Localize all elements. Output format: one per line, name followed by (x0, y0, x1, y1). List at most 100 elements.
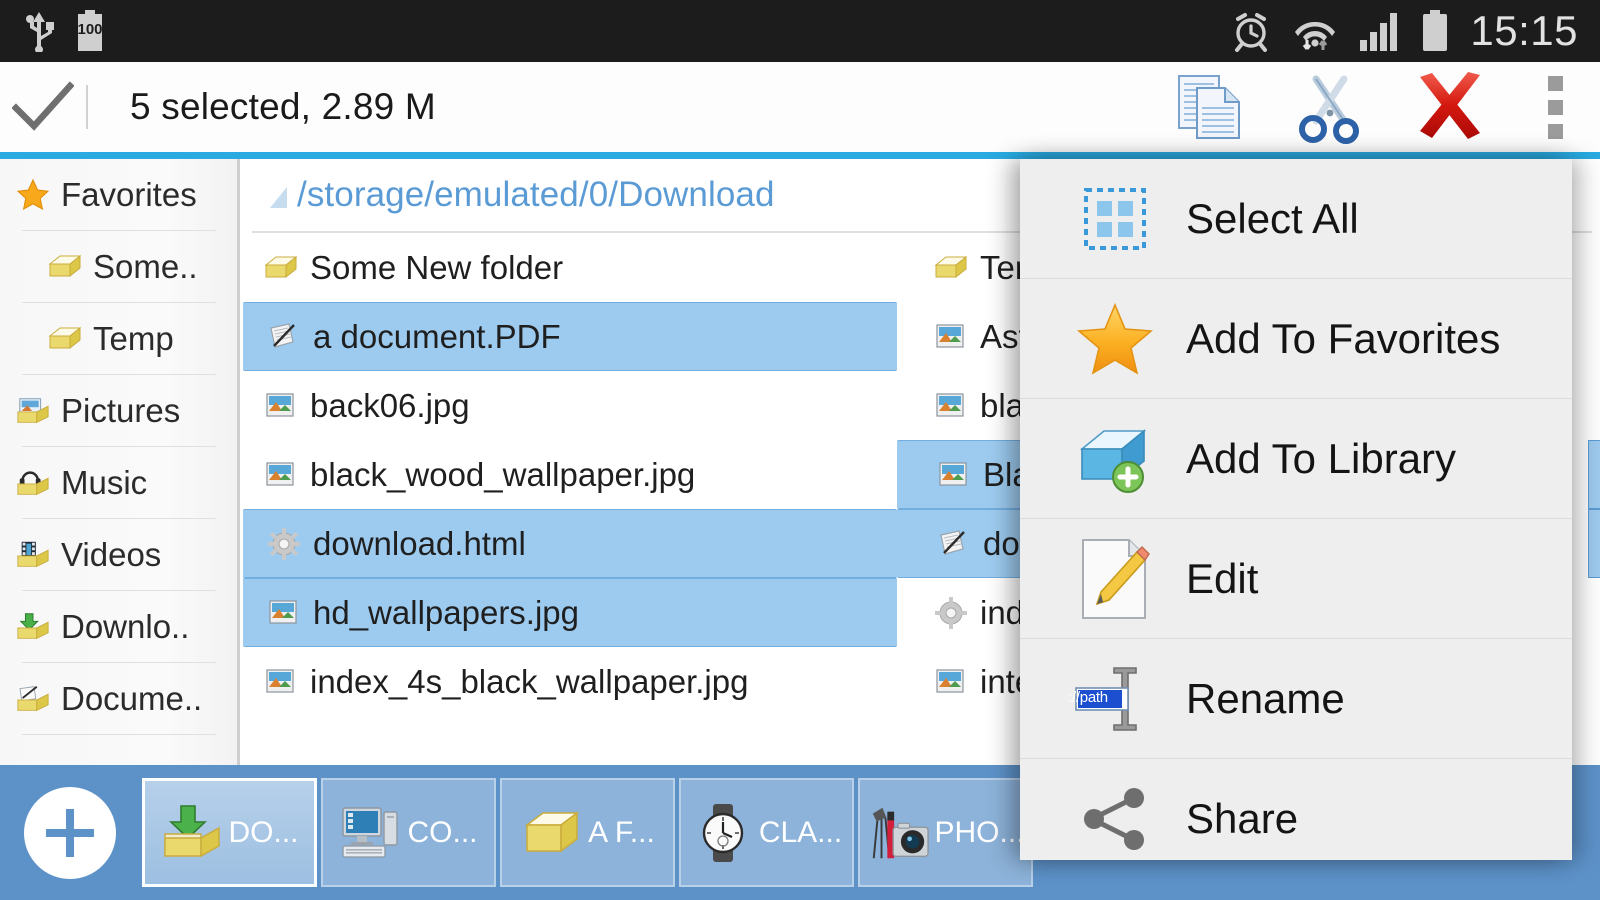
sidebar-item-label: Pictures (61, 391, 181, 429)
menu-item-share[interactable]: Share (1020, 759, 1572, 860)
image-icon (264, 665, 298, 699)
sidebar-item-documents[interactable]: Docume.. (0, 663, 238, 734)
downloads-folder-icon (16, 610, 50, 644)
sidebar-item-label: Videos (61, 535, 162, 573)
sidebar-item-label: Some.. (93, 247, 198, 285)
file-row-edge[interactable] (1588, 440, 1600, 509)
alarm-icon (1230, 10, 1272, 52)
file-name: Some New folder (310, 248, 564, 286)
sdcard-triangle-icon (270, 186, 287, 208)
gear-icon (267, 527, 301, 561)
menu-item-select-all[interactable]: Select All (1020, 159, 1572, 278)
image-icon (264, 389, 298, 423)
image-icon (934, 389, 968, 423)
sidebar-item-label: Music (61, 463, 148, 501)
menu-item-edit[interactable]: Edit (1020, 519, 1572, 638)
share-icon (1062, 784, 1168, 854)
folder-icon (934, 251, 968, 285)
status-bar-clock: 15:15 (1470, 7, 1578, 54)
file-row-edge[interactable] (1588, 509, 1600, 578)
tab-computer[interactable]: CO... (321, 778, 496, 887)
sidebar-item-temp[interactable]: Temp (0, 303, 238, 374)
file-name: download.html (313, 524, 526, 562)
tab-clock[interactable]: CLA... (679, 778, 854, 887)
menu-item-add-to-library[interactable]: Add To Library (1020, 399, 1572, 518)
delete-button[interactable] (1390, 62, 1510, 152)
file-column-1: Some New folder a document.PDF back06.jp… (240, 233, 900, 765)
tab-downloads[interactable]: DO... (142, 778, 317, 887)
sidebar-item-label: Docume.. (61, 679, 203, 717)
action-bar: 5 selected, 2.89 M (0, 62, 1600, 152)
file-row[interactable]: back06.jpg (240, 371, 900, 440)
tab-label: A F... (588, 815, 655, 849)
battery-level-text: 100 (77, 21, 103, 38)
menu-item-label: Select All (1186, 194, 1359, 242)
tab-label: CLA... (758, 815, 843, 849)
sidebar-item-label: Downlo.. (61, 607, 190, 645)
sidebar-item-favorites[interactable]: Favorites (0, 159, 238, 230)
done-button[interactable] (0, 80, 86, 134)
file-row-edge[interactable] (1588, 302, 1600, 371)
tab-label: PHO... (934, 815, 1025, 849)
file-name: hd_wallpapers.jpg (313, 593, 580, 631)
sidebar-item-some[interactable]: Some.. (0, 231, 238, 302)
action-bar-divider (86, 85, 88, 129)
usb-icon (24, 10, 54, 52)
status-bar-left-icons: 100 (0, 10, 104, 52)
file-row-edge[interactable] (1588, 233, 1600, 302)
menu-item-label: Add To Library (1186, 434, 1457, 482)
image-icon (267, 596, 301, 630)
rename-icon: ://path (1062, 662, 1168, 736)
document-icon (937, 527, 971, 561)
battery-icon (1420, 10, 1450, 52)
three-dots-icon-dot (1547, 75, 1563, 91)
menu-item-add-to-favorites[interactable]: Add To Favorites (1020, 279, 1572, 398)
sidebar-item-downloads[interactable]: Downlo.. (0, 591, 238, 662)
selection-summary: 5 selected, 2.89 M (130, 86, 436, 127)
documents-folder-icon (16, 682, 50, 716)
tab-a-folder[interactable]: A F... (500, 778, 675, 887)
tab-photos[interactable]: PHO... (858, 778, 1033, 887)
tab-label: DO... (228, 815, 299, 849)
sidebar-item-label: Favorites (61, 175, 197, 213)
file-name: index_4s_black_wallpaper.jpg (310, 662, 749, 700)
star-icon (16, 178, 50, 212)
sidebar-item-music[interactable]: Music (0, 447, 238, 518)
videos-folder-icon (16, 538, 50, 572)
add-tab-button[interactable] (24, 786, 116, 879)
cut-button[interactable] (1270, 62, 1390, 152)
check-icon (12, 80, 74, 134)
file-row-edge[interactable] (1588, 371, 1600, 440)
file-row[interactable]: index_4s_black_wallpaper.jpg (240, 647, 900, 716)
image-icon (264, 458, 298, 492)
file-row[interactable]: a document.PDF (243, 302, 897, 371)
file-name: Ter (980, 248, 1026, 286)
file-row[interactable]: download.html (243, 509, 897, 578)
edit-pencil-icon (1062, 536, 1168, 622)
action-bar-buttons (1150, 62, 1600, 152)
sidebar-item-videos[interactable]: Videos (0, 519, 238, 590)
file-row[interactable]: Some New folder (240, 233, 900, 302)
breadcrumb-path: /storage/emulated/0/Download (297, 175, 775, 214)
tab-label: CO... (407, 815, 478, 849)
menu-item-label: Share (1186, 794, 1299, 842)
menu-item-label: Add To Favorites (1186, 314, 1501, 362)
star-icon (1062, 302, 1168, 376)
watch-icon (691, 801, 755, 865)
overflow-button[interactable] (1510, 62, 1600, 152)
file-name: bla (980, 386, 1025, 424)
file-row[interactable]: hd_wallpapers.jpg (243, 578, 897, 647)
file-row-edge[interactable] (1588, 578, 1600, 647)
three-dots-icon-dot (1547, 123, 1563, 139)
copy-button[interactable] (1150, 62, 1270, 152)
document-icon (267, 320, 301, 354)
computer-icon (339, 801, 403, 865)
pictures-folder-icon (16, 394, 50, 428)
file-row-edge[interactable] (1588, 647, 1600, 716)
menu-item-label: Edit (1186, 554, 1259, 602)
file-row[interactable]: black_wood_wallpaper.jpg (240, 440, 900, 509)
menu-item-rename[interactable]: ://path Rename (1020, 639, 1572, 758)
sidebar-item-pictures[interactable]: Pictures (0, 375, 238, 446)
three-dots-icon-dot (1547, 99, 1563, 115)
battery-level-icon: 100 (76, 10, 104, 52)
